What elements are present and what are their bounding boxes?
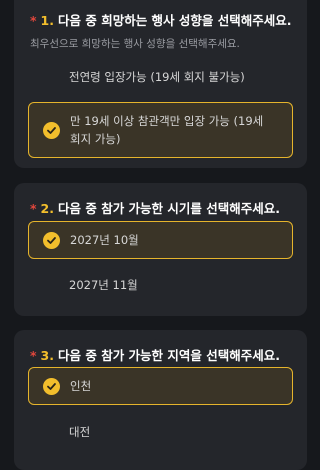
radio-check-icon[interactable]	[42, 424, 59, 441]
question-text: 다음 중 희망하는 행사 성향을 선택해주세요.	[58, 13, 292, 28]
option-label: 2027년 10월	[70, 233, 139, 247]
question-text: 다음 중 참가 가능한 지역을 선택해주세요.	[58, 348, 281, 363]
question-card-1: * 1. 다음 중 희망하는 행사 성향을 선택해주세요. 최우선으로 희망하는 행…	[14, 0, 307, 168]
required-star: *	[30, 348, 37, 363]
radio-check-icon[interactable]	[42, 69, 59, 86]
option-daejeon[interactable]: 대전	[28, 414, 293, 450]
option-2027-nov[interactable]: 2027년 11월	[28, 267, 293, 303]
radio-check-icon[interactable]	[43, 377, 60, 395]
question-title: * 1. 다음 중 희망하는 행사 성향을 선택해주세요.	[30, 10, 292, 29]
required-star: *	[30, 13, 37, 28]
option-incheon[interactable]: 인천	[28, 367, 293, 405]
option-2027-oct[interactable]: 2027년 10월	[28, 221, 293, 259]
option-label: 2027년 11월	[69, 278, 138, 292]
question-title: * 2. 다음 중 참가 가능한 시기를 선택해주세요.	[30, 198, 280, 217]
question-card-2: * 2. 다음 중 참가 가능한 시기를 선택해주세요. 2027년 10월 202…	[14, 183, 307, 316]
option-adults-only[interactable]: 만 19세 이상 참관객만 입장 가능 (19세 회지 가능)	[28, 102, 293, 158]
radio-check-icon[interactable]	[43, 231, 60, 249]
option-label: 인천	[70, 379, 92, 393]
question-number: 3.	[40, 348, 54, 363]
option-label: 전연령 입장가능 (19세 회지 불가능)	[69, 70, 245, 84]
option-label: 대전	[69, 425, 91, 439]
question-title: * 3. 다음 중 참가 가능한 지역을 선택해주세요.	[30, 345, 280, 364]
question-number: 1.	[40, 13, 54, 28]
option-all-ages[interactable]: 전연령 입장가능 (19세 회지 불가능)	[28, 62, 293, 92]
question-subtitle: 최우선으로 희망하는 행사 성향을 선택해주세요.	[30, 38, 240, 50]
question-text: 다음 중 참가 가능한 시기를 선택해주세요.	[58, 201, 281, 216]
radio-check-icon[interactable]	[43, 121, 60, 139]
required-star: *	[30, 201, 37, 216]
question-number: 2.	[40, 201, 54, 216]
question-card-3: * 3. 다음 중 참가 가능한 지역을 선택해주세요. 인천 대전	[14, 330, 307, 470]
option-label: 만 19세 이상 참관객만 입장 가능 (19세 회지 가능)	[70, 114, 264, 146]
radio-check-icon[interactable]	[42, 277, 59, 294]
